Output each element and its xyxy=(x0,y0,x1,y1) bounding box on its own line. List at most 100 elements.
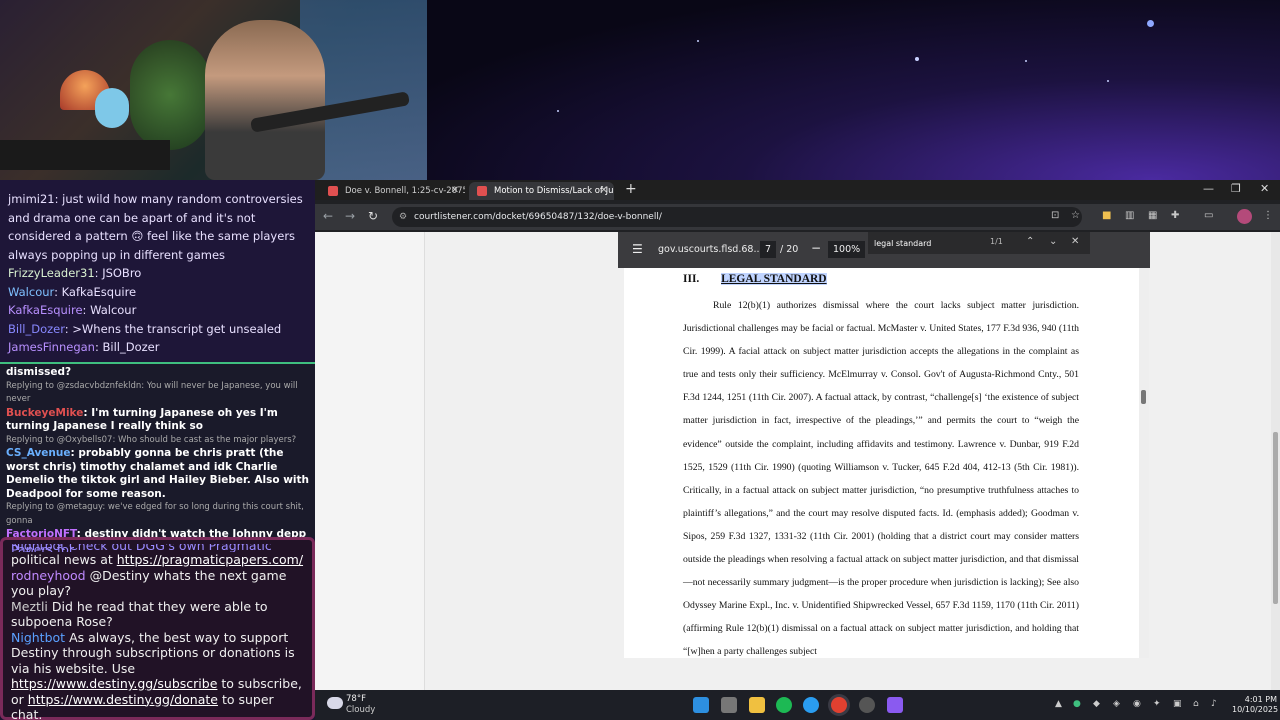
chat-message: KafkaEsquire: Walcour xyxy=(8,303,137,317)
tray-app-icon[interactable]: ◉ xyxy=(1133,699,1141,709)
find-close-icon[interactable]: ✕ xyxy=(1071,236,1079,247)
star xyxy=(1025,60,1027,62)
obs-app-icon[interactable] xyxy=(887,697,903,713)
page-number-input[interactable]: 7 xyxy=(760,241,777,258)
donate-link[interactable]: https://www.destiny.gg/donate xyxy=(28,692,218,707)
find-next-icon[interactable]: ⌄ xyxy=(1049,236,1057,247)
find-icon[interactable]: ⊡ xyxy=(1051,210,1059,221)
profile-avatar[interactable] xyxy=(1237,209,1252,224)
site-info-icon[interactable]: ⚙ xyxy=(399,207,407,227)
star xyxy=(1107,80,1109,82)
chat-text: Walcour xyxy=(90,303,137,317)
screen: jmimi21: just wild how many random contr… xyxy=(0,0,1280,720)
reply-context: Replying to @metaguy: we've edged for so… xyxy=(6,502,304,526)
star xyxy=(697,40,699,42)
volume-icon[interactable]: ♪ xyxy=(1211,699,1217,709)
start-windows-icon[interactable] xyxy=(693,697,709,713)
pdf-paragraph: Rule 12(b)(1) authorizes dismissal where… xyxy=(683,294,1079,658)
steam-icon[interactable] xyxy=(859,697,875,713)
section-heading: III. LEGAL STANDARD xyxy=(683,270,1079,294)
chat-message: Nightbot As always, the best way to supp… xyxy=(11,630,304,720)
star xyxy=(915,57,919,61)
tray-app-icon[interactable]: ◈ xyxy=(1113,699,1120,709)
tray-app-icon[interactable]: ● xyxy=(1073,699,1081,709)
extension-icon[interactable]: ▦ xyxy=(1148,210,1157,221)
address-bar[interactable]: ⚙ courtlistener.com/docket/69650487/132/… xyxy=(392,207,1082,227)
reply-context: Replying to @Oxybells07: Who should be c… xyxy=(6,434,297,445)
bookmark-star-icon[interactable]: ☆ xyxy=(1071,210,1080,221)
extension-trash-icon[interactable]: ▥ xyxy=(1125,210,1134,221)
tab-bar: Doe v. Bonnell, 1:25-cv-20757 ✕ Motion t… xyxy=(315,180,1280,200)
pragmatic-papers-link[interactable]: https://pragmaticpapers.com/ xyxy=(117,552,303,567)
chat-message: political news at https://pragmaticpaper… xyxy=(11,552,304,568)
url-text: courtlistener.com/docket/69650487/132/do… xyxy=(414,212,662,222)
tray-arrow-icon[interactable]: ▲ xyxy=(1055,699,1062,709)
subscribe-link[interactable]: https://www.destiny.gg/subscribe xyxy=(11,676,217,691)
chat-username[interactable]: FrizzyLeader31 xyxy=(8,266,95,280)
pdf-doc-title: gov.uscourts.flsd.68... xyxy=(658,244,763,255)
close-window-icon[interactable]: ✕ xyxy=(1260,182,1269,195)
chat-username[interactable]: Bill_Dozer xyxy=(8,322,65,336)
back-icon[interactable]: ← xyxy=(323,209,333,223)
taskbar: 78°F Cloudy ▲ ● ◆ ◈ ◉ ✦ ▣ ⌂ ♪ 4:01 PM 10… xyxy=(315,690,1280,720)
chat-username[interactable]: CS_Avenue xyxy=(6,447,71,459)
chat-username[interactable]: KafkaEsquire xyxy=(8,303,83,317)
tab-doe-v-bonnell[interactable]: Doe v. Bonnell, 1:25-cv-20757 ✕ xyxy=(320,182,465,200)
find-input[interactable] xyxy=(874,235,974,251)
hamburger-menu-icon[interactable]: ☰ xyxy=(632,242,643,256)
puzzle-icon[interactable]: ✚ xyxy=(1171,210,1179,221)
chat-message: BuckeyeMike: I'm turning Japanese oh yes… xyxy=(6,406,278,433)
chat-message: Walcour: KafkaEsquire xyxy=(8,284,137,299)
spotify-icon[interactable] xyxy=(776,697,792,713)
pdf-scroll-thumb[interactable] xyxy=(1141,390,1146,404)
chat-mid-section: dismissed? Replying to @zsdacvbdznfekldn… xyxy=(0,362,315,554)
edge-icon[interactable] xyxy=(803,697,819,713)
chat-username[interactable]: Walcour xyxy=(8,285,54,299)
new-tab-icon[interactable]: + xyxy=(625,181,637,197)
clock-date: 10/10/2025 xyxy=(1232,705,1279,714)
chat-username[interactable]: Nightbot xyxy=(11,630,65,645)
pdf-scrollbar[interactable] xyxy=(1139,268,1149,658)
menu-kebab-icon[interactable]: ⋮ xyxy=(1263,210,1273,221)
tray-app-icon[interactable]: ◆ xyxy=(1093,699,1100,709)
pdf-favicon-icon xyxy=(477,186,487,196)
chat-username[interactable]: Meztli xyxy=(11,599,48,614)
page-scroll-thumb[interactable] xyxy=(1273,432,1278,604)
chat-message: jmimi21: just wild how many random contr… xyxy=(8,192,303,262)
tab-title: Doe v. Bonnell, 1:25-cv-20757 xyxy=(345,186,465,196)
chat-username[interactable]: rodneyhood xyxy=(11,568,86,583)
webcam-streamer xyxy=(205,20,325,180)
task-view-icon[interactable] xyxy=(721,697,737,713)
network-icon[interactable]: ⌂ xyxy=(1193,699,1199,709)
find-match-count: 1/1 xyxy=(990,237,1003,246)
side-panel-icon[interactable]: ▭ xyxy=(1204,210,1213,221)
system-clock[interactable]: 4:01 PM 10/10/2025 xyxy=(1232,695,1279,715)
find-previous-icon[interactable]: ⌃ xyxy=(1026,236,1034,247)
maximize-icon[interactable]: ❐ xyxy=(1231,182,1241,195)
tray-app-icon[interactable]: ✦ xyxy=(1153,699,1161,709)
page-scrollbar[interactable] xyxy=(1271,232,1280,690)
chat-top-section: jmimi21: just wild how many random contr… xyxy=(0,180,315,362)
minimize-icon[interactable]: — xyxy=(1203,182,1214,195)
zoom-level-input[interactable]: 100% xyxy=(828,241,866,258)
file-explorer-icon[interactable] xyxy=(749,697,765,713)
star xyxy=(1147,20,1154,27)
chat-message: Bill_Dozer: >Whens the transcript get un… xyxy=(8,321,282,336)
chat-message: JamesFinnegan: Bill_Dozer xyxy=(8,340,160,354)
close-tab-icon[interactable]: ✕ xyxy=(600,182,608,200)
chat-username[interactable]: BuckeyeMike xyxy=(6,407,83,419)
webcam-plant xyxy=(130,40,210,150)
tab-motion-to-dismiss[interactable]: Motion to Dismiss/Lack of Juris ✕ xyxy=(469,182,614,200)
reply-context: Replying to @zsdacvbdznfekldn: You will … xyxy=(6,380,298,405)
chat-username[interactable]: JamesFinnegan xyxy=(8,340,95,354)
chat-username[interactable]: jmimi21 xyxy=(8,192,55,206)
clock-time: 4:01 PM xyxy=(1244,695,1277,704)
tray-app-icon[interactable]: ▣ xyxy=(1173,699,1182,709)
forward-icon[interactable]: → xyxy=(345,209,355,223)
reload-icon[interactable]: ↻ xyxy=(368,209,378,223)
chrome-icon[interactable] xyxy=(831,697,847,713)
zoom-out-icon[interactable]: − xyxy=(811,241,821,255)
chat-text: JSOBro xyxy=(102,266,142,280)
close-tab-icon[interactable]: ✕ xyxy=(451,182,459,200)
folder-icon[interactable]: ■ xyxy=(1102,210,1111,221)
